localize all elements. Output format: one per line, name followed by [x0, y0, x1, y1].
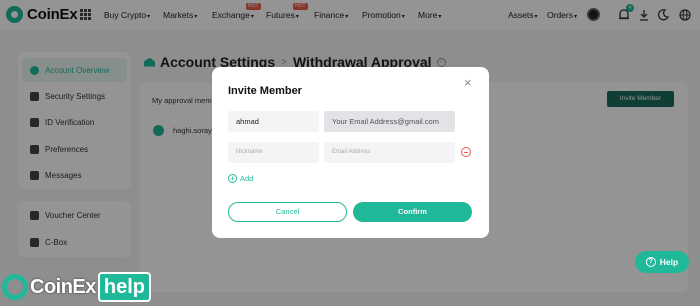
- help-label: Help: [659, 257, 679, 267]
- email-field-empty[interactable]: Email Address: [324, 142, 455, 163]
- coinex-help-watermark: CoinEx help: [2, 272, 152, 302]
- watermark-tag: help: [97, 272, 152, 302]
- nickname-field[interactable]: ahmad: [228, 111, 319, 132]
- remove-row-icon[interactable]: [461, 147, 471, 157]
- invite-member-dialog: Invite Member × ahmad Your Email Address…: [212, 67, 489, 238]
- watermark-logo-icon: [2, 274, 28, 300]
- nickname-field-empty[interactable]: Nickname: [228, 142, 319, 163]
- plus-circle-icon: +: [228, 174, 237, 183]
- dialog-title: Invite Member: [228, 85, 302, 97]
- confirm-button[interactable]: Confirm: [353, 202, 472, 222]
- question-icon: ?: [645, 257, 656, 267]
- add-label: Add: [240, 174, 254, 183]
- watermark-text: CoinEx: [30, 275, 96, 298]
- add-member-row-button[interactable]: + Add: [228, 174, 253, 183]
- cancel-button[interactable]: Cancel: [228, 202, 347, 222]
- email-field[interactable]: Your Email Address@gmail.com: [324, 111, 455, 132]
- close-icon[interactable]: ×: [464, 76, 472, 89]
- help-button[interactable]: ? Help: [635, 251, 689, 273]
